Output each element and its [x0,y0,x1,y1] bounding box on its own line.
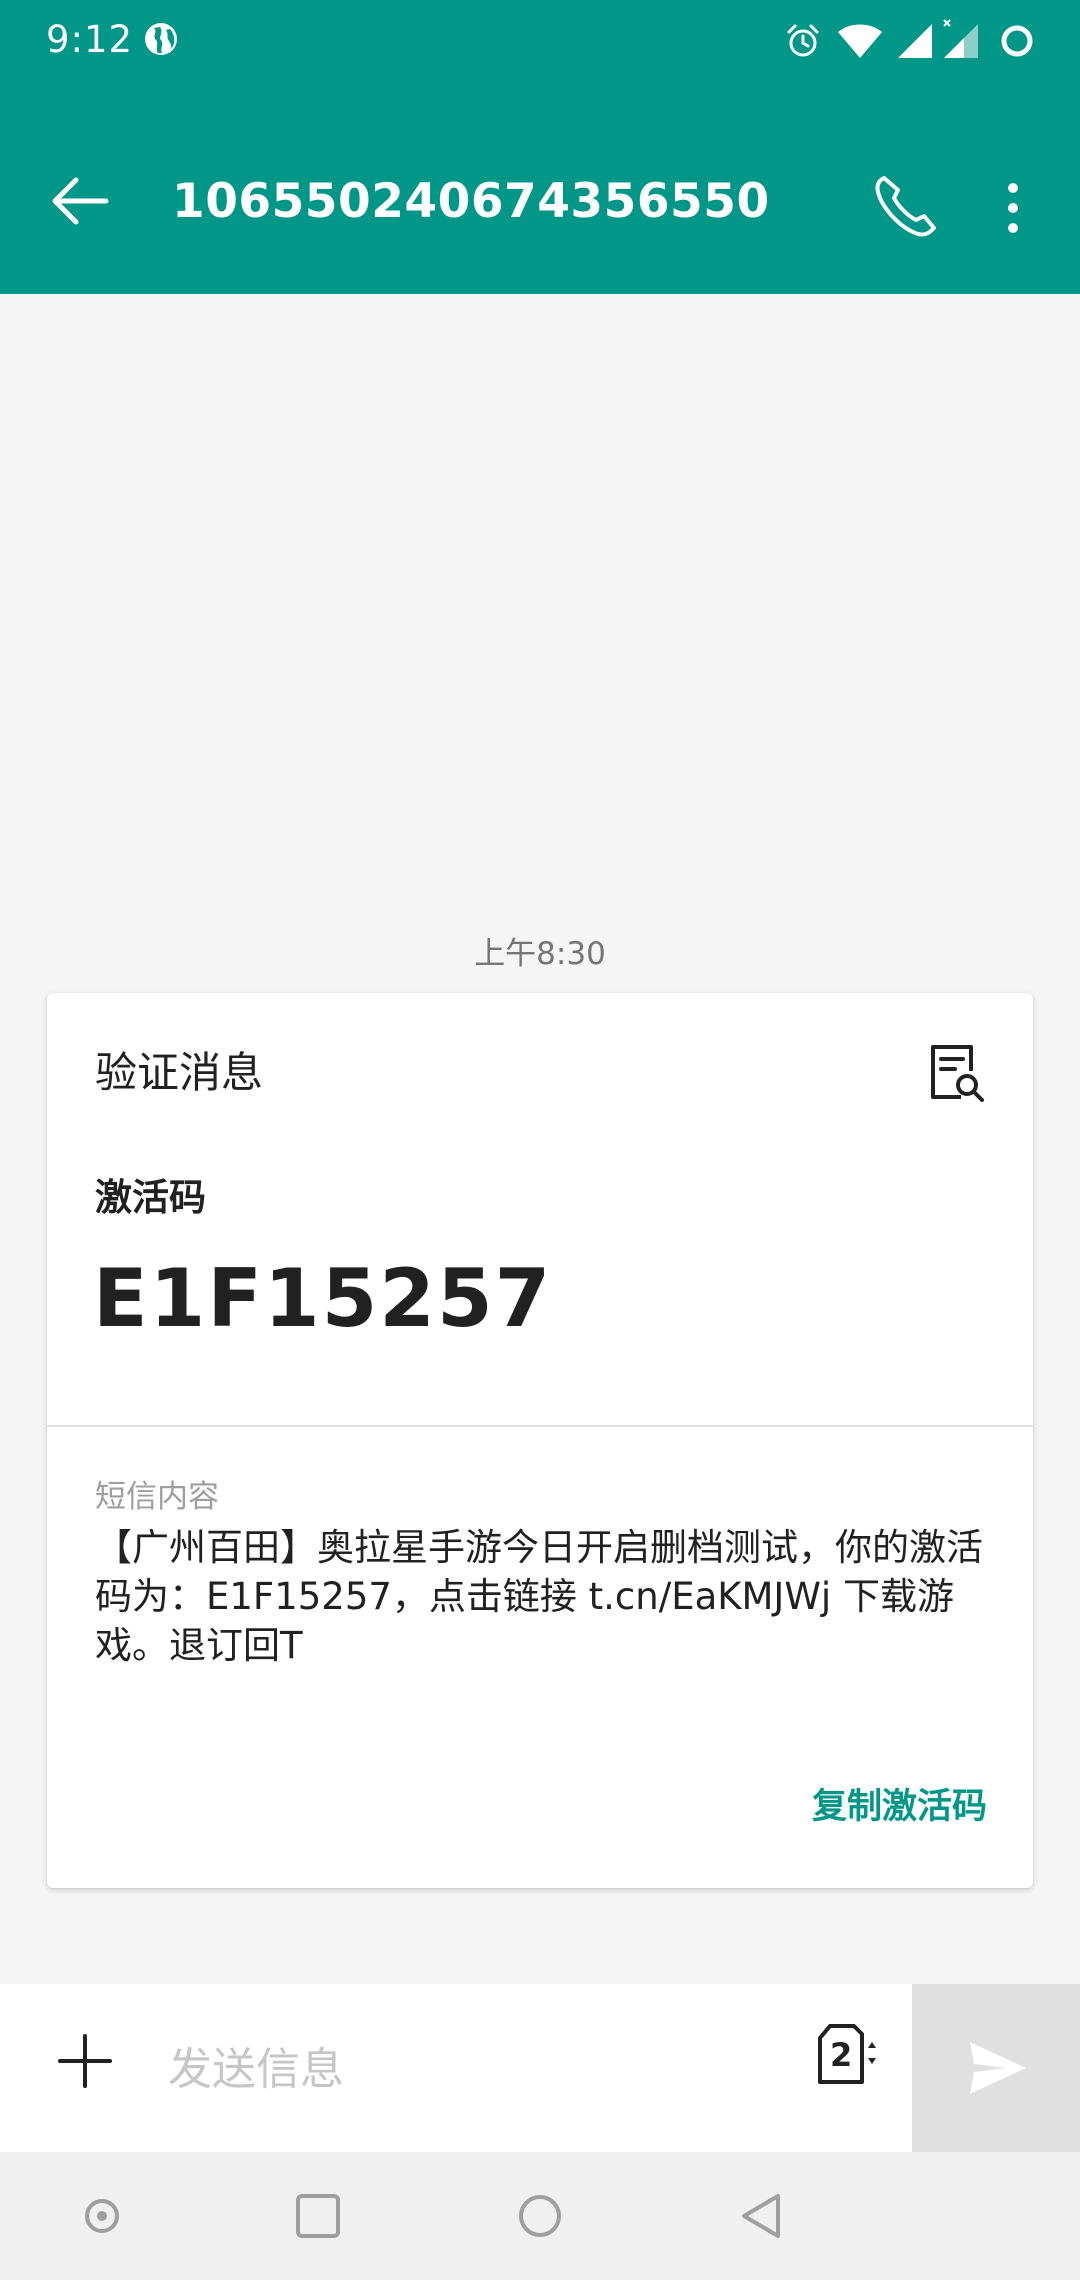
navigation-bar [0,2152,1080,2280]
view-details-button[interactable] [927,1041,987,1105]
app-bar: 106550240674356550 [0,80,1080,294]
contact-title: 106550240674356550 [172,174,770,229]
signal-icon-no-data [943,19,978,58]
message-input[interactable] [168,2024,768,2114]
home-button[interactable] [510,2186,570,2246]
wifi-icon [838,24,882,58]
copy-activation-code-button[interactable]: 复制激活码 [812,1783,987,1831]
alarm-icon [787,24,819,57]
back-button[interactable] [40,160,122,242]
sms-content-label: 短信内容 [95,1479,219,1515]
recents-button[interactable] [288,2186,348,2246]
send-button[interactable] [912,1984,1080,2152]
plus-icon [58,2034,112,2088]
back-triangle-icon [742,2194,780,2238]
compose-bar: 2 [0,1984,1080,2152]
card-divider [47,1425,1033,1427]
more-vert-icon [1008,183,1018,233]
message-timestamp: 上午8:30 [474,936,606,972]
sim-selector[interactable]: 2 [816,2022,880,2086]
document-search-icon [931,1045,984,1102]
signal-icon [898,24,932,58]
send-icon [970,2042,1026,2094]
status-bar: 9:12 [0,0,1080,80]
accessibility-button[interactable] [72,2186,132,2246]
card-title: 验证消息 [95,1048,264,1097]
verification-message-card: 验证消息 激活码 E1F15257 短信内容 【广州百田】奥拉星手游今日开启删档… [47,993,1033,1888]
attach-button[interactable] [50,2026,120,2096]
back-nav-button[interactable] [732,2186,792,2246]
activation-code-label: 激活码 [95,1176,206,1219]
more-options-button[interactable] [990,168,1036,248]
globe-icon [142,20,180,58]
status-time: 9:12 [46,18,134,61]
battery-ring-icon [1001,25,1033,57]
recents-square-icon [296,2194,340,2238]
sms-body-text[interactable]: 【广州百田】奥拉星手游今日开启删档测试，你的激活码为：E1F15257，点击链接… [95,1523,995,1670]
activation-code-value: E1F15257 [93,1252,553,1345]
call-button[interactable] [866,168,946,248]
arrow-left-icon [52,177,109,225]
accessibility-dot-icon [85,2199,119,2233]
home-circle-icon [519,2195,561,2237]
sim-slot-number: 2 [830,2036,853,2074]
phone-icon [875,176,936,237]
